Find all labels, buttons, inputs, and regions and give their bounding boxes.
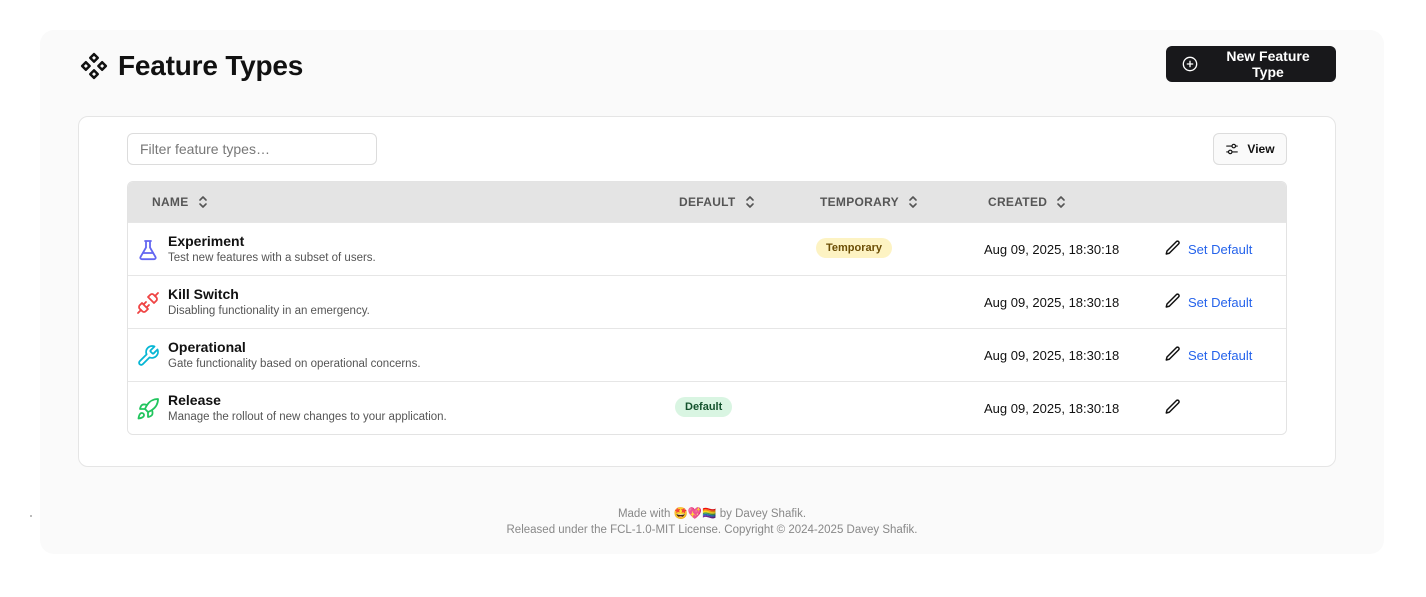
created-date: Aug 09, 2025, 18:30:18: [984, 348, 1120, 363]
set-default-link[interactable]: Set Default: [1188, 329, 1252, 382]
feature-type-description: Disabling functionality in an emergency.: [168, 305, 370, 317]
feature-type-description: Manage the rollout of new changes to you…: [168, 411, 447, 423]
table-row[interactable]: Experiment Test new features with a subs…: [128, 222, 1286, 275]
page-footer: Made with 🤩💖🏳️‍🌈 by Davey Shafik. Releas…: [40, 506, 1384, 538]
name-cell: Experiment Test new features with a subs…: [136, 223, 376, 276]
default-badge: Default: [675, 397, 733, 417]
feature-type-name: Release: [168, 392, 221, 408]
name-cell: Release Manage the rollout of new change…: [136, 382, 447, 434]
column-header-created-label: CREATED: [988, 195, 1048, 209]
footer-emoji: 🤩💖🏳️‍🌈: [673, 508, 717, 520]
column-header-temporary-label: TEMPORARY: [820, 195, 899, 209]
page-title: Feature Types: [118, 50, 304, 81]
column-header-default[interactable]: DEFAULT: [679, 182, 756, 222]
created-date: Aug 09, 2025, 18:30:18: [984, 242, 1120, 257]
rocket-icon: [136, 397, 160, 421]
wrench-icon: [136, 344, 160, 368]
created-date: Aug 09, 2025, 18:30:18: [984, 295, 1120, 310]
sort-icon: [907, 195, 919, 209]
footer-credit-suffix: by Davey Shafik.: [719, 508, 807, 520]
app-container: Feature Types New Feature Type View: [40, 30, 1384, 554]
unplug-icon: [136, 291, 160, 315]
footer-license: Released under the FCL-1.0-MIT License. …: [506, 524, 918, 536]
footer-credit: Made with 🤩💖🏳️‍🌈 by Davey Shafik.: [40, 506, 1384, 522]
feature-type-name: Experiment: [168, 233, 245, 249]
set-default-link[interactable]: Set Default: [1188, 276, 1252, 329]
view-options-button[interactable]: View: [1213, 133, 1287, 165]
name-cell: Kill Switch Disabling functionality in a…: [136, 276, 370, 329]
pencil-icon[interactable]: [1164, 398, 1182, 416]
feature-types-card: View NAME DEFAULT TEMPORARY: [78, 116, 1336, 467]
plus-circle-icon: [1182, 56, 1198, 72]
new-feature-type-button[interactable]: New Feature Type: [1166, 46, 1336, 82]
pencil-icon[interactable]: [1164, 292, 1182, 310]
sort-icon: [744, 195, 756, 209]
feature-type-name: Kill Switch: [168, 286, 239, 302]
flask-icon: [136, 238, 160, 262]
column-header-name-label: NAME: [152, 195, 189, 209]
title-group: Feature Types: [78, 48, 303, 84]
footer-credit-prefix: Made with: [617, 508, 671, 520]
pencil-icon[interactable]: [1164, 345, 1182, 363]
table-row[interactable]: Operational Gate functionality based on …: [128, 328, 1286, 381]
pencil-icon[interactable]: [1164, 239, 1182, 257]
table-header: NAME DEFAULT TEMPORARY CREATED: [128, 182, 1286, 222]
feature-type-description: Gate functionality based on operational …: [168, 358, 421, 370]
view-options-label: View: [1247, 142, 1275, 156]
temporary-badge: Temporary: [816, 238, 893, 258]
page-header: Feature Types New Feature Type: [78, 46, 1336, 84]
filter-input[interactable]: [127, 133, 377, 165]
stray-dot: [30, 515, 32, 517]
name-cell: Operational Gate functionality based on …: [136, 329, 421, 382]
created-date: Aug 09, 2025, 18:30:18: [984, 401, 1120, 416]
column-header-created[interactable]: CREATED: [988, 182, 1067, 222]
sort-icon: [1055, 195, 1067, 209]
table-row[interactable]: Release Manage the rollout of new change…: [128, 381, 1286, 434]
feature-types-table: NAME DEFAULT TEMPORARY CREATED Experimen…: [127, 181, 1287, 435]
new-feature-type-label: New Feature Type: [1226, 48, 1310, 80]
sliders-icon: [1225, 142, 1239, 156]
feature-type-description: Test new features with a subset of users…: [168, 252, 376, 264]
column-header-temporary[interactable]: TEMPORARY: [820, 182, 919, 222]
column-header-name[interactable]: NAME: [152, 182, 209, 222]
component-icon: [78, 50, 110, 82]
table-row[interactable]: Kill Switch Disabling functionality in a…: [128, 275, 1286, 328]
set-default-link[interactable]: Set Default: [1188, 223, 1252, 276]
column-header-default-label: DEFAULT: [679, 195, 736, 209]
feature-type-name: Operational: [168, 339, 246, 355]
sort-icon: [197, 195, 209, 209]
